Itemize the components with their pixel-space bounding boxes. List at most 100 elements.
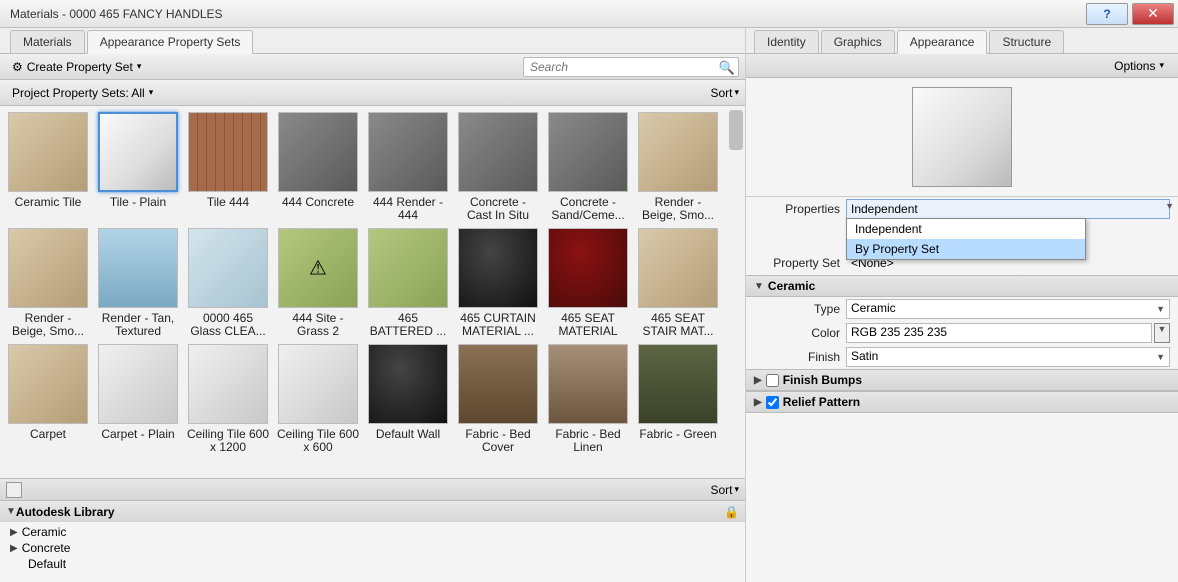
section-finish-bumps[interactable]: ▶ Finish Bumps [746, 369, 1178, 391]
material-cell[interactable]: Fabric - Bed Linen [546, 344, 630, 456]
dropdown-opt-by-property-set[interactable]: By Property Set [847, 239, 1085, 259]
type-row: Type Ceramic▼ [746, 297, 1178, 321]
material-label: Ceiling Tile 600 x 600 [276, 428, 360, 456]
material-thumbnail [638, 228, 718, 308]
search-icon: 🔍 [719, 60, 735, 76]
material-label: 444 Concrete [276, 196, 360, 224]
properties-pane: Identity Graphics Appearance Structure O… [746, 28, 1178, 582]
chevron-right-icon: ▶ [10, 527, 18, 538]
view-toggle-icon[interactable] [6, 482, 22, 498]
tree-item-concrete[interactable]: ▶ Concrete [10, 540, 741, 556]
section-ceramic[interactable]: ▼ Ceramic [746, 275, 1178, 297]
color-flyout-button[interactable]: ▼ [1154, 323, 1170, 343]
filter-bar: Project Property Sets: All ▾ Sort ▾ [0, 80, 745, 106]
material-label: Ceiling Tile 600 x 1200 [186, 428, 270, 456]
material-cell[interactable]: Ceramic Tile [6, 112, 90, 224]
sort-button[interactable]: Sort ▾ [710, 86, 739, 100]
tab-identity[interactable]: Identity [754, 30, 819, 53]
gear-icon: ⚙ [12, 60, 23, 74]
material-cell[interactable]: Tile - Plain [96, 112, 180, 224]
material-cell[interactable]: Ceiling Tile 600 x 600 [276, 344, 360, 456]
properties-dropdown[interactable]: Independent ▼ [846, 199, 1170, 219]
preview-thumbnail [912, 87, 1012, 187]
material-cell[interactable]: Ceiling Tile 600 x 1200 [186, 344, 270, 456]
material-cell[interactable]: Render - Tan, Textured [96, 228, 180, 340]
finish-select[interactable]: Satin▼ [846, 347, 1170, 367]
chevron-down-icon: ▼ [754, 281, 764, 292]
section-relief-pattern[interactable]: ▶ Relief Pattern [746, 391, 1178, 413]
material-label: Fabric - Green [636, 428, 720, 456]
material-cell[interactable]: Default Wall [366, 344, 450, 456]
material-cell[interactable]: 465 SEAT MATERIAL [546, 228, 630, 340]
material-cell[interactable]: 444 Concrete [276, 112, 360, 224]
sort-button-bottom[interactable]: Sort ▾ [710, 483, 739, 497]
finish-row: Finish Satin▼ [746, 345, 1178, 369]
material-label: Carpet - Plain [96, 428, 180, 456]
library-tree: ▶ Ceramic ▶ Concrete Default [0, 522, 745, 582]
material-thumbnail [458, 228, 538, 308]
dropdown-opt-independent[interactable]: Independent [847, 219, 1085, 239]
material-thumbnail [8, 112, 88, 192]
search-input[interactable] [523, 57, 739, 77]
chevron-down-icon: ▼ [1155, 324, 1169, 334]
tab-appearance-property-sets[interactable]: Appearance Property Sets [87, 30, 254, 54]
material-thumbnail [188, 112, 268, 192]
material-label: Fabric - Bed Cover [456, 428, 540, 456]
color-row: Color RGB 235 235 235 ▼ [746, 321, 1178, 345]
finish-bumps-checkbox[interactable] [766, 374, 779, 387]
help-button[interactable]: ? [1086, 3, 1128, 25]
material-cell[interactable]: Concrete - Sand/Ceme... [546, 112, 630, 224]
project-filter-dropdown[interactable]: Project Property Sets: All ▾ [6, 84, 159, 102]
material-cell[interactable]: Concrete - Cast In Situ [456, 112, 540, 224]
material-thumbnail: ⚠ [278, 228, 358, 308]
material-label: Render - Beige, Smo... [636, 196, 720, 224]
material-thumbnail [548, 344, 628, 424]
material-cell[interactable]: 465 CURTAIN MATERIAL ... [456, 228, 540, 340]
material-label: 465 BATTERED ... [366, 312, 450, 340]
material-label: Carpet [6, 428, 90, 456]
material-cell[interactable]: Render - Beige, Smo... [636, 112, 720, 224]
tab-materials[interactable]: Materials [10, 30, 85, 53]
tab-appearance[interactable]: Appearance [897, 30, 988, 54]
relief-pattern-checkbox[interactable] [766, 396, 779, 409]
material-label: 0000 465 Glass CLEA... [186, 312, 270, 340]
material-cell[interactable]: Fabric - Bed Cover [456, 344, 540, 456]
material-cell[interactable]: Fabric - Green [636, 344, 720, 456]
material-label: Render - Beige, Smo... [6, 312, 90, 340]
material-cell[interactable]: Carpet - Plain [96, 344, 180, 456]
material-cell[interactable]: Tile 444 [186, 112, 270, 224]
material-cell[interactable]: 444 Render - 444 [366, 112, 450, 224]
type-select[interactable]: Ceramic▼ [846, 299, 1170, 319]
library-header[interactable]: ▼ Autodesk Library 🔒 [0, 500, 745, 522]
material-label: Default Wall [366, 428, 450, 456]
material-label: 444 Render - 444 [366, 196, 450, 224]
tab-structure[interactable]: Structure [989, 30, 1064, 53]
material-cell[interactable]: ⚠444 Site - Grass 2 [276, 228, 360, 340]
chevron-down-icon: ▾ [137, 61, 142, 72]
material-cell[interactable]: 465 BATTERED ... [366, 228, 450, 340]
tree-item-default[interactable]: Default [10, 556, 741, 572]
close-button[interactable]: ✕ [1132, 3, 1174, 25]
chevron-down-icon: ▼ [1165, 201, 1174, 211]
tab-graphics[interactable]: Graphics [821, 30, 895, 53]
preview-area [746, 78, 1178, 196]
color-select[interactable]: RGB 235 235 235 [846, 323, 1152, 343]
material-thumbnail [368, 228, 448, 308]
material-thumbnail [548, 112, 628, 192]
scrollbar-thumb[interactable] [729, 110, 743, 150]
material-cell[interactable]: Render - Beige, Smo... [6, 228, 90, 340]
material-cell[interactable]: 0000 465 Glass CLEA... [186, 228, 270, 340]
material-thumbnail [98, 344, 178, 424]
chevron-down-icon: ▾ [149, 87, 154, 98]
tree-item-ceramic[interactable]: ▶ Ceramic [10, 524, 741, 540]
material-thumbnail [188, 344, 268, 424]
properties-row: Properties Independent ▼ Independent By … [746, 197, 1178, 221]
create-property-set-button[interactable]: ⚙ Create Property Set ▾ [6, 58, 147, 76]
material-cell[interactable]: Carpet [6, 344, 90, 456]
material-grid-scroll[interactable]: Ceramic TileTile - PlainTile 444444 Conc… [0, 106, 745, 478]
material-thumbnail [638, 344, 718, 424]
material-label: Render - Tan, Textured [96, 312, 180, 340]
material-cell[interactable]: 465 SEAT STAIR MAT... [636, 228, 720, 340]
material-thumbnail [458, 344, 538, 424]
options-button[interactable]: Options ▾ [1108, 57, 1170, 75]
